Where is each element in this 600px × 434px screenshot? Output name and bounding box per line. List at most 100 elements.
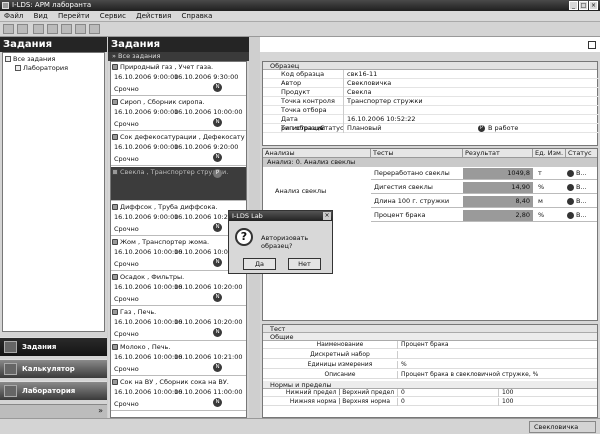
table-row[interactable]: Дигестия свеклы 14,90% В...	[371, 181, 597, 194]
left-pane-title: Задания	[0, 37, 107, 52]
test-field-value[interactable]: Процент брака в свекловичной стружке, %	[397, 371, 538, 379]
col-result[interactable]: Результат	[463, 149, 533, 158]
list-item[interactable]: Природный газ , Учет газа. 16.10.2006 9:0…	[111, 62, 246, 96]
authorize-icon[interactable]	[61, 24, 72, 34]
export-icon[interactable]	[588, 41, 596, 49]
list-item[interactable]: Жом , Транспортер жома. 16.10.2006 10:00:…	[111, 237, 246, 271]
test-result[interactable]: 2,80	[463, 210, 533, 221]
test-result[interactable]: 1049,8	[463, 168, 533, 179]
test-unit: т	[538, 169, 542, 177]
field-value[interactable]: Транспортер стружки	[343, 97, 423, 106]
field-value[interactable]: свк16-11	[343, 70, 377, 79]
test-limits-section[interactable]: Нормы и пределы	[263, 381, 597, 389]
list-item[interactable]: Молоко , Печь. 16.10.2006 10:00:00 16.10.2…	[111, 342, 246, 376]
col-unit[interactable]: Ед. Изм.	[533, 149, 566, 158]
test-name: Дигестия свеклы	[374, 183, 433, 191]
type-value: Плановый	[343, 124, 381, 133]
task-urgency: Срочно	[114, 365, 139, 373]
breadcrumb[interactable]: » Все задания	[108, 52, 249, 61]
menu-actions[interactable]: Действия	[132, 11, 175, 22]
test-result[interactable]: 14,90	[463, 182, 533, 193]
menu-service[interactable]: Сервис	[96, 11, 130, 22]
test-result[interactable]: 8,40	[463, 196, 533, 207]
tasks-icon	[4, 341, 17, 353]
nav-lab[interactable]: Лаборатория	[0, 381, 107, 400]
menu-view[interactable]: Вид	[30, 11, 52, 22]
list-item[interactable]: Газ , Печь. 16.10.2006 10:00:00 16.10.2006…	[111, 307, 246, 341]
list-item[interactable]: Диффсок , Труба диффсока. 16.10.2006 9:00…	[111, 202, 246, 236]
test-field-value[interactable]: Процент брака	[397, 341, 449, 349]
task-icon	[112, 239, 118, 245]
authorize-dialog: I-LDS Lab × ? Авторизовать образец? Да Н…	[228, 210, 333, 274]
task-urgency: Срочно	[114, 260, 139, 268]
menu-file[interactable]: Файл	[0, 11, 27, 22]
menu-go[interactable]: Перейти	[54, 11, 94, 22]
nav-calculator[interactable]: Калькулятор	[0, 359, 107, 378]
task-title: Осадок , Фильтры.	[120, 273, 185, 281]
back-icon[interactable]	[3, 24, 14, 34]
limit-low[interactable]: 0	[397, 398, 405, 406]
check-icon[interactable]	[75, 24, 86, 34]
dialog-no-button[interactable]: Нет	[288, 258, 321, 270]
task-start: 16.10.2006 9:00:00	[114, 143, 179, 151]
nav-more-icon[interactable]: »	[98, 406, 103, 415]
window-title: I-LDS: АРМ лаборанта	[12, 1, 92, 9]
test-field-label: Описание	[324, 371, 356, 378]
limit-high[interactable]: 100	[498, 389, 513, 397]
col-status[interactable]: Статус	[566, 149, 597, 158]
nav-tasks[interactable]: Задания	[0, 337, 107, 356]
limit-high[interactable]: 100	[498, 398, 513, 406]
task-badge: N	[213, 328, 222, 337]
list-item[interactable]: Сок на ВУ , Сборник сока на ВУ. 16.10.200…	[111, 377, 246, 411]
field-value[interactable]	[343, 106, 347, 115]
task-badge: N	[213, 153, 222, 162]
test-field-value[interactable]	[397, 351, 401, 359]
dialog-yes-button[interactable]: Да	[243, 258, 276, 270]
task-title: Сироп , Сборник сиропа.	[120, 98, 205, 106]
table-row[interactable]: Процент брака 2,80% В...	[371, 209, 597, 222]
tree-node-all[interactable]: Все задания	[5, 55, 55, 63]
expand-icon[interactable]	[5, 56, 11, 62]
forward-icon[interactable]	[17, 24, 28, 34]
calculator-icon	[4, 363, 17, 375]
sample-panel: Образец Код образца свк16-11 Автор Свеклови…	[262, 61, 599, 146]
task-badge: N	[213, 398, 222, 407]
dialog-close-button[interactable]: ×	[323, 212, 331, 220]
list-item[interactable]: Сироп , Сборник сиропа. 16.10.2006 9:00:0…	[111, 97, 246, 131]
menu-help[interactable]: Справка	[178, 11, 217, 22]
test-field-value[interactable]: %	[397, 361, 407, 369]
list-item[interactable]: Осадок , Фильтры. 16.10.2006 10:00:00 16.1…	[111, 272, 246, 306]
task-badge: N	[213, 83, 222, 92]
save-icon[interactable]	[33, 24, 44, 34]
list-item[interactable]: Свекла , Транспортер стружки. P	[111, 167, 246, 201]
limit-low[interactable]: 0	[397, 389, 405, 397]
task-urgency: Срочно	[114, 330, 139, 338]
task-start: 16.10.2006 10:00:00	[114, 283, 183, 291]
tree-node-lab[interactable]: Лаборатория	[15, 64, 68, 72]
test-unit: %	[538, 211, 545, 219]
test-field-label: Наименование	[316, 341, 364, 348]
table-row[interactable]: Длина 100 г. стружки 8,40 м В...	[371, 195, 597, 208]
task-badge: N	[213, 223, 222, 232]
detail-header	[260, 37, 600, 52]
task-icon	[112, 309, 118, 315]
print-icon[interactable]	[47, 24, 58, 34]
sample-field-row: Точка отбора	[263, 106, 599, 115]
task-end: 16.10.2006 10:2	[174, 213, 228, 221]
field-value[interactable]: Свекла	[343, 88, 371, 97]
analysis-group[interactable]: Анализ: 0. Анализ свеклы	[263, 158, 597, 167]
app-icon	[2, 2, 9, 9]
field-value[interactable]: 16.10.2006 10:52:22	[343, 115, 415, 124]
maximize-button[interactable]: □	[579, 1, 588, 10]
close-button[interactable]: ×	[589, 1, 598, 10]
task-end: 16.10.2006 10:20:00	[174, 283, 243, 291]
task-list: Природный газ , Учет газа. 16.10.2006 9:0…	[110, 61, 247, 418]
test-common-section[interactable]: Общие	[263, 333, 597, 341]
help-icon[interactable]	[89, 24, 100, 34]
table-row[interactable]: Переработано свеклы 1049,8 т В...	[371, 167, 597, 180]
col-analyses[interactable]: Анализы	[263, 149, 371, 158]
col-tests[interactable]: Тесты	[371, 149, 463, 158]
field-value[interactable]: Свекловичка	[343, 79, 391, 88]
list-item[interactable]: Сок дефекосатурации , Дефекосату... 16.10…	[111, 132, 246, 166]
minimize-button[interactable]: _	[569, 1, 578, 10]
